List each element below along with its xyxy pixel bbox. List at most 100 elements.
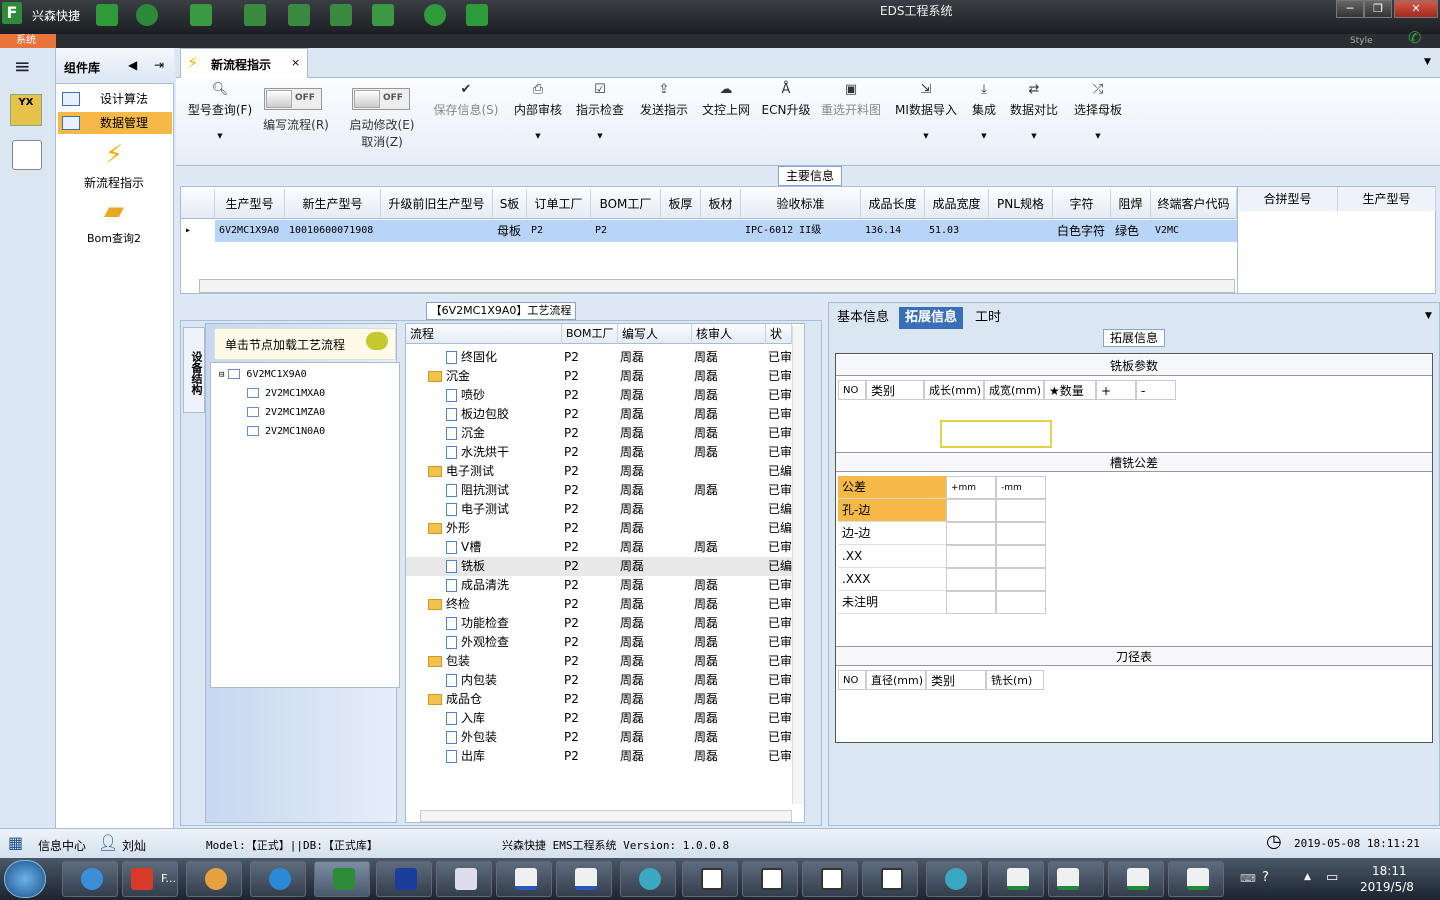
column-header[interactable]: 类别 bbox=[866, 380, 924, 400]
internal-review-button[interactable]: ⎙ 内部审核 ▼ bbox=[510, 82, 566, 140]
film-icon[interactable] bbox=[288, 4, 310, 26]
column-header[interactable]: 验收标准 bbox=[741, 189, 861, 219]
column-header[interactable]: BOM工厂 bbox=[591, 189, 661, 219]
user-icon[interactable] bbox=[424, 4, 446, 26]
equipment-structure-tab[interactable]: 设备结构 bbox=[183, 327, 205, 413]
column-header[interactable]: 生产型号 bbox=[1338, 187, 1436, 211]
info-center-link[interactable]: 信息中心 bbox=[38, 837, 86, 854]
cell-solder-mask[interactable]: 绿色 bbox=[1111, 220, 1151, 242]
taskbar-app[interactable] bbox=[436, 861, 492, 897]
column-header[interactable]: 新生产型号 bbox=[285, 189, 381, 219]
ecn-upgrade-button[interactable]: Å ECN升级 bbox=[760, 82, 812, 118]
column-header[interactable]: ★数量 bbox=[1044, 380, 1096, 400]
tolerance-plus-cell[interactable] bbox=[946, 522, 996, 545]
chart-icon[interactable] bbox=[466, 4, 488, 26]
tolerance-minus-cell[interactable] bbox=[996, 568, 1046, 591]
keyboard-icon[interactable]: ⌨ bbox=[1240, 872, 1256, 885]
chevron-down-icon[interactable]: ▼ bbox=[1424, 57, 1431, 67]
select-all-corner[interactable] bbox=[181, 189, 215, 219]
phone-icon[interactable]: ✆ bbox=[1408, 28, 1421, 47]
bom-query-item[interactable]: ▰ Bom查询2 bbox=[66, 196, 162, 246]
column-header[interactable]: 板厚 bbox=[661, 189, 701, 219]
cell-material[interactable] bbox=[701, 220, 741, 242]
reselect-cut-map-button[interactable]: ▣ 重选开料图 bbox=[818, 82, 884, 118]
factory-icon[interactable]: YX bbox=[10, 94, 42, 126]
collapse-left-icon[interactable]: ◀ bbox=[128, 58, 137, 72]
cell-order-factory[interactable]: P2 bbox=[527, 220, 591, 242]
flow-row[interactable]: 阻抗测试 P2 周磊 周磊 已审核 bbox=[406, 481, 792, 500]
flow-row[interactable]: 内包装 P2 周磊 周磊 已审核 bbox=[406, 671, 792, 690]
copy-icon[interactable] bbox=[330, 4, 352, 26]
flow-row[interactable]: 入库 P2 周磊 周磊 已审核 bbox=[406, 709, 792, 728]
flow-row[interactable]: 外观检查 P2 周磊 周磊 已审核 bbox=[406, 633, 792, 652]
send-indicator-button[interactable]: ⇪ 发送指示 bbox=[636, 82, 692, 118]
flow-row[interactable]: 水洗烘干 P2 周磊 周磊 已审核 bbox=[406, 443, 792, 462]
cell-thickness[interactable] bbox=[661, 220, 701, 242]
tolerance-minus-cell[interactable] bbox=[996, 591, 1046, 614]
search-icon[interactable] bbox=[96, 4, 118, 26]
cell-pnl-spec[interactable] bbox=[989, 220, 1053, 242]
save-icon[interactable] bbox=[376, 861, 432, 897]
column-header[interactable]: 终端客户代码 bbox=[1151, 189, 1237, 219]
column-header[interactable]: 成长(mm) bbox=[924, 380, 984, 400]
horizontal-scrollbar[interactable] bbox=[420, 810, 792, 822]
taskbar-app[interactable] bbox=[620, 861, 676, 897]
start-edit-toggle[interactable]: OFF bbox=[352, 88, 410, 110]
flow-row[interactable]: 外包装 P2 周磊 周磊 已审核 bbox=[406, 728, 792, 747]
tree-node[interactable]: 2V2MC1MXA0 bbox=[247, 384, 325, 403]
tab-close-icon[interactable]: × bbox=[291, 56, 300, 69]
write-flow-toggle[interactable]: OFF bbox=[264, 88, 322, 110]
flow-row[interactable]: V槽 P2 周磊 周磊 已审核 bbox=[406, 538, 792, 557]
flow-row[interactable]: 沉金 P2 周磊 周磊 已审核 bbox=[406, 424, 792, 443]
flow-row[interactable]: 包装 P2 周磊 周磊 已审核 bbox=[406, 652, 792, 671]
taskbar-app[interactable] bbox=[186, 861, 242, 897]
comp-item-data-management[interactable]: 数据管理 bbox=[58, 112, 172, 134]
flow-row[interactable]: 终固化 P2 周磊 周磊 已审核 bbox=[406, 348, 792, 367]
flow-row[interactable]: 功能检查 P2 周磊 周磊 已审核 bbox=[406, 614, 792, 633]
grid-icon[interactable] bbox=[372, 4, 394, 26]
cell-production-model[interactable]: 6V2MC1X9A0 bbox=[215, 220, 285, 242]
style-label[interactable]: Style bbox=[1350, 36, 1373, 46]
flow-row[interactable]: 沉金 P2 周磊 周磊 已审核 bbox=[406, 367, 792, 386]
taskbar-app[interactable]: F... bbox=[122, 861, 178, 897]
column-header[interactable]: 阻焊 bbox=[1111, 189, 1151, 219]
save-info-button[interactable]: ✔ 保存信息(S) bbox=[430, 82, 502, 118]
ie-icon[interactable] bbox=[250, 861, 306, 897]
tab-extended-info[interactable]: 拓展信息 bbox=[899, 307, 964, 329]
vertical-scrollbar[interactable] bbox=[792, 326, 804, 804]
column-header[interactable]: 字符 bbox=[1053, 189, 1111, 219]
tree-node[interactable]: 2V2MC1N0A0 bbox=[247, 422, 325, 441]
flow-row[interactable]: 出库 P2 周磊 周磊 已审核 bbox=[406, 747, 792, 766]
column-header[interactable]: 成宽(mm) bbox=[984, 380, 1044, 400]
cell-new-model[interactable]: 10010600071908 bbox=[285, 220, 381, 242]
flow-row[interactable]: 铣板 P2 周磊 已编写 bbox=[406, 557, 792, 576]
tree-node[interactable]: 2V2MC1MZA0 bbox=[247, 403, 325, 422]
column-header[interactable]: 编写人 bbox=[618, 324, 692, 344]
column-header[interactable]: 订单工厂 bbox=[527, 189, 591, 219]
cell-acceptance-standard[interactable]: IPC-6012 II级 bbox=[741, 220, 861, 242]
column-header[interactable]: NO bbox=[838, 670, 866, 690]
grid-icon[interactable]: ▦ bbox=[8, 833, 30, 853]
cell-width[interactable]: 51.03 bbox=[925, 220, 989, 242]
cell-old-model[interactable] bbox=[381, 220, 493, 242]
flow-row[interactable]: 终检 P2 周磊 周磊 已审核 bbox=[406, 595, 792, 614]
indicator-check-button[interactable]: ☑ 指示检查 ▼ bbox=[572, 82, 628, 140]
tolerance-minus-cell[interactable] bbox=[996, 545, 1046, 568]
highlighted-cell[interactable] bbox=[940, 420, 1052, 448]
tolerance-minus-cell[interactable] bbox=[996, 499, 1046, 522]
integrate-button[interactable]: ⤓ 集成 ▼ bbox=[966, 82, 1002, 140]
tab-basic-info[interactable]: 基本信息 bbox=[831, 307, 895, 329]
tolerance-plus-cell[interactable] bbox=[946, 568, 996, 591]
word-icon[interactable] bbox=[496, 861, 552, 897]
network-icon[interactable]: ▭ bbox=[1326, 870, 1338, 885]
column-header[interactable]: 流程 bbox=[406, 324, 562, 344]
excel-icon[interactable] bbox=[1108, 861, 1164, 897]
system-tab[interactable]: 系统 bbox=[0, 34, 56, 48]
taskbar-app[interactable] bbox=[926, 861, 982, 897]
tab-new-process-indicator[interactable]: ⚡ 新流程指示 × bbox=[180, 48, 308, 78]
eds-app-icon[interactable] bbox=[314, 861, 370, 897]
cell-s-board[interactable]: 母板 bbox=[493, 220, 527, 242]
scissors-icon[interactable] bbox=[244, 4, 266, 26]
word-icon[interactable] bbox=[556, 861, 612, 897]
column-header[interactable]: BOM工厂 bbox=[562, 324, 618, 344]
